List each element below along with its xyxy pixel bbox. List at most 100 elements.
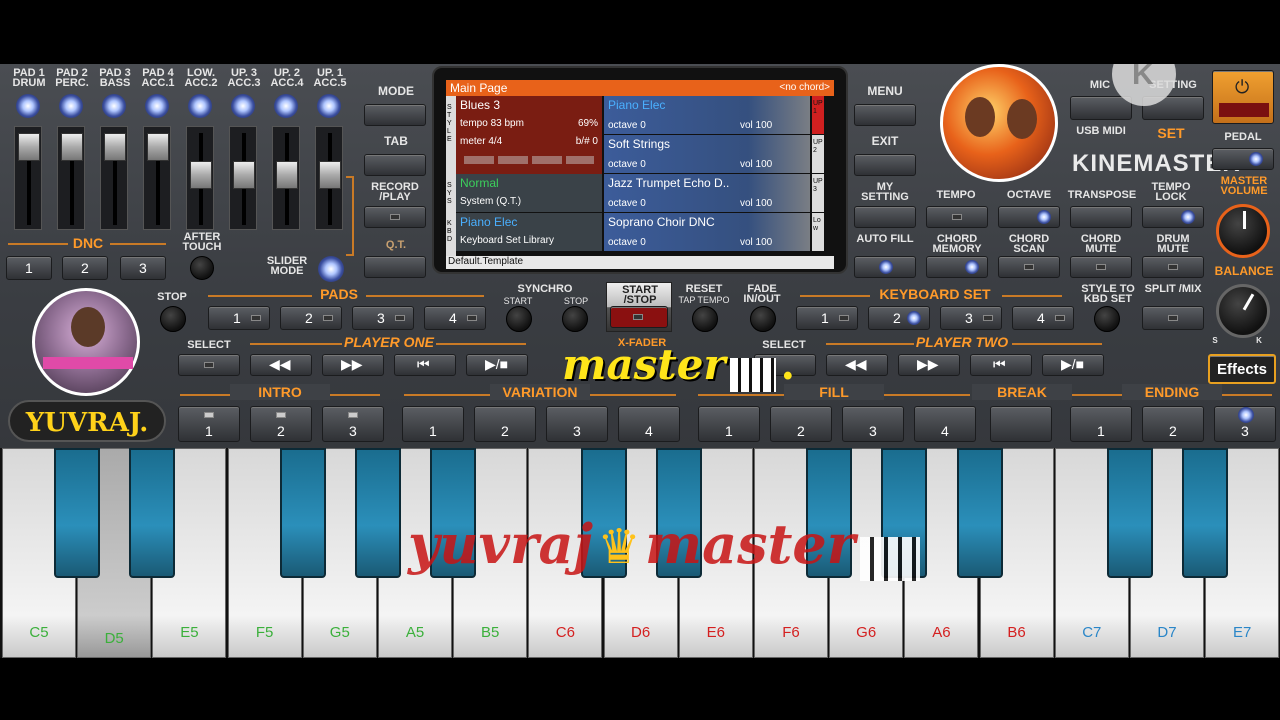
part-panel-3[interactable]: Jazz Trumpet Echo D.. octave 0 vol 100: [604, 174, 810, 212]
pad-select-button-3[interactable]: 3: [352, 306, 414, 330]
record-play-button[interactable]: [364, 206, 426, 228]
ending-button-2[interactable]: 2: [1142, 406, 1204, 442]
master-volume-knob[interactable]: [1216, 204, 1270, 258]
ending-button-3[interactable]: 3: [1214, 406, 1276, 442]
keyboard-set-button-1[interactable]: 1: [796, 306, 858, 330]
my-setting-button[interactable]: [854, 206, 916, 228]
break-button[interactable]: [990, 406, 1052, 442]
slider-cap[interactable]: [18, 133, 40, 161]
pad-button-3[interactable]: [102, 94, 126, 118]
player-two-rewind-button[interactable]: ◀◀: [826, 354, 888, 376]
pedal-button[interactable]: [1212, 148, 1274, 170]
pad-select-button-2[interactable]: 2: [280, 306, 342, 330]
pad-button-2[interactable]: [59, 94, 83, 118]
slider-8[interactable]: [315, 126, 343, 230]
variation-button-2[interactable]: 2: [474, 406, 536, 442]
player-one-select-button[interactable]: [178, 354, 240, 376]
slider-2[interactable]: [57, 126, 85, 230]
effects-button[interactable]: Effects: [1208, 354, 1276, 384]
menu-button[interactable]: [854, 104, 916, 126]
pad-button-8[interactable]: [317, 94, 341, 118]
slider-cap[interactable]: [61, 133, 83, 161]
chord-memory-button[interactable]: [926, 256, 988, 278]
sys-panel[interactable]: Normal System (Q.T.): [456, 174, 602, 212]
slider-cap[interactable]: [104, 133, 126, 161]
slider-cap[interactable]: [147, 133, 169, 161]
slider-cap[interactable]: [276, 161, 298, 189]
slider-7[interactable]: [272, 126, 300, 230]
part-panel-2[interactable]: Soft Strings octave 0 vol 100: [604, 135, 810, 173]
pad-button-6[interactable]: [231, 94, 255, 118]
slider-4[interactable]: [143, 126, 171, 230]
player-two-forward-button[interactable]: ▶▶: [898, 354, 960, 376]
black-key[interactable]: [1107, 448, 1153, 578]
intro-button-2[interactable]: 2: [250, 406, 312, 442]
fill-button-3[interactable]: 3: [842, 406, 904, 442]
slider-cap[interactable]: [233, 161, 255, 189]
pads-stop-button[interactable]: [160, 306, 186, 332]
balance-knob[interactable]: [1216, 284, 1270, 338]
fill-button-4[interactable]: 4: [914, 406, 976, 442]
player-one-play-button[interactable]: ▶/■: [466, 354, 528, 376]
mode-button[interactable]: [364, 104, 426, 126]
dnc-button-1[interactable]: 1: [6, 256, 52, 280]
tempo-button[interactable]: [926, 206, 988, 228]
black-key[interactable]: [956, 448, 1003, 578]
ending-button-1[interactable]: 1: [1070, 406, 1132, 442]
black-key[interactable]: [355, 448, 401, 578]
variation-button-3[interactable]: 3: [546, 406, 608, 442]
style-panel[interactable]: Blues 3 tempo 83 bpm 69% meter 4/4 b/# 0: [456, 96, 602, 174]
variation-button-1[interactable]: 1: [402, 406, 464, 442]
black-key[interactable]: [54, 448, 101, 578]
power-button[interactable]: ⏻: [1212, 70, 1274, 124]
start-stop-button[interactable]: [610, 306, 668, 328]
synchro-start-button[interactable]: [506, 306, 532, 332]
kbd-panel[interactable]: Piano Elec Keyboard Set Library: [456, 213, 602, 251]
tab-button[interactable]: [364, 154, 426, 176]
style-to-kbd-button[interactable]: [1094, 306, 1120, 332]
player-one-forward-button[interactable]: ▶▶: [322, 354, 384, 376]
fade-button[interactable]: [750, 306, 776, 332]
dnc-button-3[interactable]: 3: [120, 256, 166, 280]
reset-tap-tempo-button[interactable]: [692, 306, 718, 332]
chord-mute-button[interactable]: [1070, 256, 1132, 278]
black-key[interactable]: [129, 448, 176, 578]
slider-3[interactable]: [100, 126, 128, 230]
pad-select-button-1[interactable]: 1: [208, 306, 270, 330]
slider-cap[interactable]: [190, 161, 212, 189]
player-one-prev-button[interactable]: ⏮: [394, 354, 456, 376]
part-panel-1[interactable]: Piano Elec octave 0 vol 100: [604, 96, 810, 134]
qt-button[interactable]: [364, 256, 426, 278]
chord-scan-button[interactable]: [998, 256, 1060, 278]
player-two-play-button[interactable]: ▶/■: [1042, 354, 1104, 376]
slider-6[interactable]: [229, 126, 257, 230]
slider-mode-button[interactable]: [318, 256, 344, 282]
drum-mute-button[interactable]: [1142, 256, 1204, 278]
part-panel-4[interactable]: Soprano Choir DNC octave 0 vol 100: [604, 213, 810, 251]
synchro-stop-button[interactable]: [562, 306, 588, 332]
intro-button-3[interactable]: 3: [322, 406, 384, 442]
keyboard-set-button-2[interactable]: 2: [868, 306, 930, 330]
variation-button-4[interactable]: 4: [618, 406, 680, 442]
pad-select-button-4[interactable]: 4: [424, 306, 486, 330]
pad-button-5[interactable]: [188, 94, 212, 118]
fill-button-1[interactable]: 1: [698, 406, 760, 442]
pad-button-1[interactable]: [16, 94, 40, 118]
slider-cap[interactable]: [319, 161, 341, 189]
pad-button-7[interactable]: [274, 94, 298, 118]
keyboard-set-button-4[interactable]: 4: [1012, 306, 1074, 330]
exit-button[interactable]: [854, 154, 916, 176]
dnc-button-2[interactable]: 2: [62, 256, 108, 280]
fill-button-2[interactable]: 2: [770, 406, 832, 442]
intro-button-1[interactable]: 1: [178, 406, 240, 442]
black-key[interactable]: [1182, 448, 1229, 578]
black-key[interactable]: [279, 448, 326, 578]
after-touch-knob[interactable]: [190, 256, 214, 280]
tempo-lock-button[interactable]: [1142, 206, 1204, 228]
player-one-rewind-button[interactable]: ◀◀: [250, 354, 312, 376]
split-mix-button[interactable]: [1142, 306, 1204, 330]
transpose-button[interactable]: [1070, 206, 1132, 228]
auto-fill-button[interactable]: [854, 256, 916, 278]
slider-1[interactable]: [14, 126, 42, 230]
mic-button[interactable]: [1070, 96, 1132, 120]
